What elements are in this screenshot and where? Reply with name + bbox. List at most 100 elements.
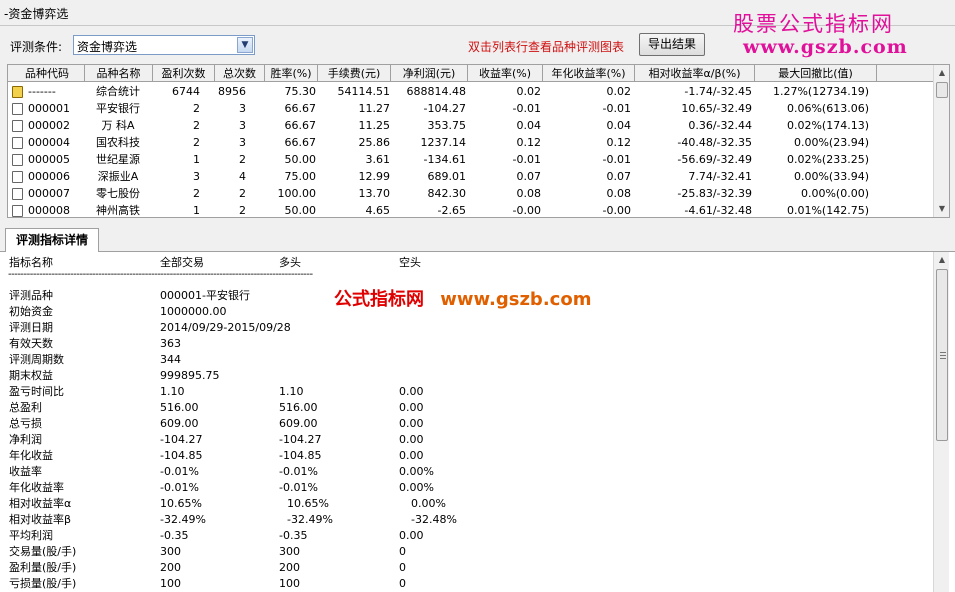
detail-value-long: 609.00 (279, 417, 318, 430)
cell-ret: -0.01 (512, 153, 541, 166)
cell-ab: -4.61/-32.48 (684, 204, 752, 217)
column-header[interactable]: 盈利次数 (153, 65, 215, 82)
export-button[interactable]: 导出结果 (639, 33, 705, 56)
detail-value-short: 0 (399, 561, 406, 574)
detail-value-all: 2014/09/29-2015/09/28 (160, 321, 291, 334)
table-row[interactable]: 000008 神州高铁 1 2 50.00 4.65 -2.65 -0.00 -0.00 -4.6… (8, 202, 934, 217)
cell-total: 3 (239, 102, 246, 115)
cell-dd: 0.00%(23.94) (793, 136, 869, 149)
table-row[interactable]: 000004 国农科技 2 3 66.67 25.86 1237.14 0.12 0.12 -40… (8, 134, 934, 151)
column-header[interactable]: 年化收益率(%) (543, 65, 635, 82)
chevron-down-icon[interactable]: ▼ (237, 37, 253, 53)
detail-scrollbar[interactable]: ▲ (933, 252, 949, 592)
cell-wins: 2 (193, 119, 200, 132)
condition-select[interactable]: 资金博弈选 ▼ (73, 35, 255, 55)
cell-dd: 0.06%(613.06) (786, 102, 869, 115)
cell-winrate: 66.67 (284, 119, 317, 132)
detail-value-long: 300 (279, 545, 300, 558)
detail-value-long: -0.01% (279, 481, 318, 494)
detail-metric-name: 净利润 (9, 433, 42, 446)
scroll-up-icon[interactable]: ▲ (934, 252, 950, 268)
cell-ab: -1.74/-32.45 (684, 85, 752, 98)
detail-value-short: -32.48% (411, 513, 457, 526)
cell-profit: -2.65 (437, 204, 466, 217)
cell-wins: 6744 (172, 85, 200, 98)
table-row[interactable]: ------- 综合统计 6744 8956 75.30 54114.51 688814.4… (8, 83, 934, 100)
column-header[interactable]: 品种名称 (85, 65, 153, 82)
detail-metric-name: 亏损量(股/手) (9, 577, 77, 590)
tab-detail[interactable]: 评测指标详情 (5, 228, 99, 253)
column-header[interactable]: 胜率(%) (265, 65, 318, 82)
cell-ab: -56.69/-32.49 (677, 153, 752, 166)
cell-name: 平安银行 (96, 102, 140, 115)
stock-doc-icon (12, 205, 23, 217)
cell-profit: 688814.48 (406, 85, 467, 98)
watermark-center-cn: 公式指标网 (334, 289, 424, 310)
stock-doc-icon (12, 188, 23, 200)
detail-value-all: 300 (160, 545, 181, 558)
column-header[interactable]: 手续费(元) (318, 65, 391, 82)
column-header[interactable]: 品种代码 (10, 65, 85, 82)
detail-metric-name: 总盈利 (9, 401, 42, 414)
column-header[interactable]: 相对收益率α/β(%) (635, 65, 755, 82)
cell-profit: 353.75 (427, 119, 467, 132)
detail-metric-name: 评测周期数 (9, 353, 64, 366)
hint-text: 双击列表行查看品种评测图表 (468, 40, 625, 54)
cell-name: 综合统计 (96, 85, 140, 98)
cell-fee: 3.61 (365, 153, 391, 166)
table-row[interactable]: 000002 万 科A 2 3 66.67 11.25 353.75 0.04 0.04 0.36… (8, 117, 934, 134)
table-row[interactable]: 000001 平安银行 2 3 66.67 11.27 -104.27 -0.01 -0.01 1… (8, 100, 934, 117)
cell-dd: 0.00%(0.00) (800, 187, 869, 200)
stock-doc-icon (12, 154, 23, 166)
column-header[interactable]: 最大回撤比(值) (755, 65, 877, 82)
detail-value-all: -32.49% (160, 513, 206, 526)
condition-value: 资金博弈选 (77, 40, 138, 54)
cell-ret: 0.08 (516, 187, 542, 200)
detail-value-all: 100 (160, 577, 181, 590)
cell-winrate: 75.30 (284, 85, 317, 98)
detail-value-all: -0.01% (160, 481, 199, 494)
detail-value-all: -0.35 (160, 529, 189, 542)
scroll-down-icon[interactable]: ▼ (934, 201, 949, 217)
table-scrollbar[interactable]: ▲ ▼ (933, 65, 949, 217)
cell-ret: 0.12 (516, 136, 542, 149)
column-header[interactable]: 净利润(元) (391, 65, 468, 82)
cell-profit: -104.27 (423, 102, 466, 115)
scroll-up-icon[interactable]: ▲ (934, 65, 949, 81)
cell-annual: -0.01 (602, 153, 631, 166)
cell-wins: 1 (193, 153, 200, 166)
detail-value-short: 0.00 (399, 449, 424, 462)
results-table[interactable]: 品种代码 品种名称 盈利次数 总次数 胜率(%) 手续费(元) 净利润(元) 收益率(%) 年化… (7, 64, 950, 218)
cell-winrate: 75.00 (284, 170, 317, 183)
stock-doc-icon (12, 171, 23, 183)
watermark-title: 股票公式指标网 (733, 12, 894, 36)
detail-value-short: 0.00 (399, 385, 424, 398)
cell-fee: 12.99 (358, 170, 391, 183)
cell-ab: -40.48/-32.35 (677, 136, 752, 149)
cell-ret: -0.00 (512, 204, 541, 217)
cell-ret: -0.01 (512, 102, 541, 115)
table-row[interactable]: 000007 零七股份 2 2 100.00 13.70 842.30 0.08 0.08 -25… (8, 185, 934, 202)
summary-folder-icon (12, 86, 23, 98)
detail-value-long: -32.49% (287, 513, 333, 526)
cell-fee: 13.70 (358, 187, 391, 200)
cell-name: 万 科A (101, 119, 135, 132)
column-header[interactable]: 收益率(%) (468, 65, 543, 82)
cell-name: 零七股份 (96, 187, 140, 200)
detail-value-short: 0 (399, 545, 406, 558)
detail-value-all: 200 (160, 561, 181, 574)
cell-code: 000005 (28, 153, 70, 166)
table-row[interactable]: 000006 深振业A 3 4 75.00 12.99 689.01 0.07 0.07 7.74… (8, 168, 934, 185)
cell-wins: 2 (193, 187, 200, 200)
cell-winrate: 50.00 (284, 204, 317, 217)
detail-value-all: 1000000.00 (160, 305, 227, 318)
detail-metric-name: 期末权益 (9, 369, 53, 382)
detail-value-all: -0.01% (160, 465, 199, 478)
table-row[interactable]: 000005 世纪星源 1 2 50.00 3.61 -134.61 -0.01 -0.01 -5… (8, 151, 934, 168)
cell-total: 8956 (218, 85, 246, 98)
scroll-thumb[interactable] (936, 269, 948, 441)
scroll-thumb[interactable] (936, 82, 948, 98)
cell-winrate: 66.67 (284, 102, 317, 115)
column-header[interactable]: 总次数 (215, 65, 265, 82)
detail-metric-name: 相对收益率α (9, 497, 72, 510)
